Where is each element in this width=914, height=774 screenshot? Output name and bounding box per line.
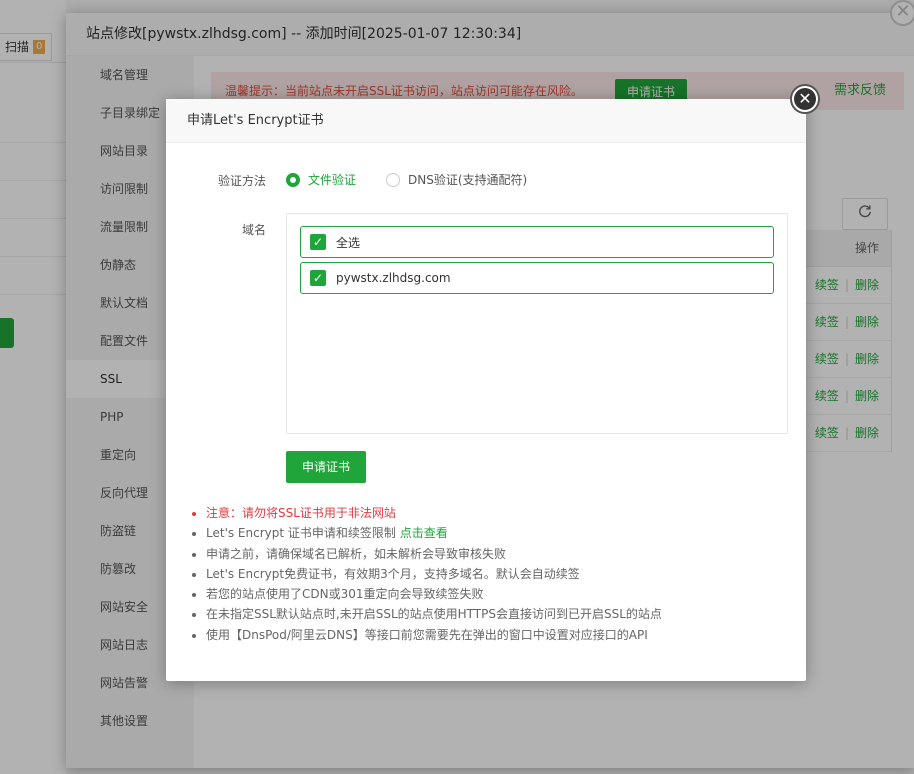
check-icon: ✓ <box>310 234 326 250</box>
select-all-label: 全选 <box>336 235 361 250</box>
select-all-checkbox[interactable]: ✓ 全选 <box>300 226 774 258</box>
dns-verify-radio[interactable]: DNS验证(支持通配符) <box>386 171 527 188</box>
close-icon: ✕ <box>794 88 816 110</box>
domain-name-label: pywstx.zlhdsg.com <box>336 271 451 285</box>
domain-list: ✓ 全选 ✓ pywstx.zlhdsg.com <box>286 213 788 434</box>
note-item: 在未指定SSL默认站点时,未开启SSL的站点使用HTTPS会直接访问到已开启SS… <box>206 604 662 624</box>
letsencrypt-dialog: 申请Let's Encrypt证书 验证方法 文件验证 DNS验证(支持通配符)… <box>166 99 806 681</box>
notes-list: 注意：请勿将SSL证书用于非法网站 Let's Encrypt 证书申请和续签限… <box>190 503 662 645</box>
radio-unselected-icon <box>386 172 400 187</box>
check-icon: ✓ <box>310 270 326 286</box>
file-verify-label: 文件验证 <box>308 173 357 187</box>
note-item: 使用【DnsPod/阿里云DNS】等接口前您需要先在弹出的窗口中设置对应接口的A… <box>206 625 662 645</box>
radio-selected-icon <box>286 172 300 187</box>
verify-method-label: 验证方法 <box>217 174 266 188</box>
dialog-title: 申请Let's Encrypt证书 <box>166 99 806 143</box>
domain-label: 域名 <box>241 223 266 237</box>
dialog-close-button[interactable]: ✕ <box>790 84 820 114</box>
note-item: Let's Encrypt 证书申请和续签限制 点击查看 <box>206 523 662 543</box>
note-item: Let's Encrypt免费证书，有效期3个月，支持多域名。默认会自动续签 <box>206 564 662 584</box>
domain-checkbox[interactable]: ✓ pywstx.zlhdsg.com <box>300 262 774 294</box>
dns-verify-label: DNS验证(支持通配符) <box>408 173 528 187</box>
note-item: 申请之前，请确保域名已解析，如未解析会导致审核失败 <box>206 544 662 564</box>
file-verify-radio[interactable]: 文件验证 <box>286 171 356 188</box>
note-item: 若您的站点使用了CDN或301重定向会导致续签失败 <box>206 584 662 604</box>
view-limits-link[interactable]: 点击查看 <box>400 526 448 540</box>
note-item: 注意：请勿将SSL证书用于非法网站 <box>206 503 662 523</box>
apply-certificate-button[interactable]: 申请证书 <box>286 451 366 483</box>
